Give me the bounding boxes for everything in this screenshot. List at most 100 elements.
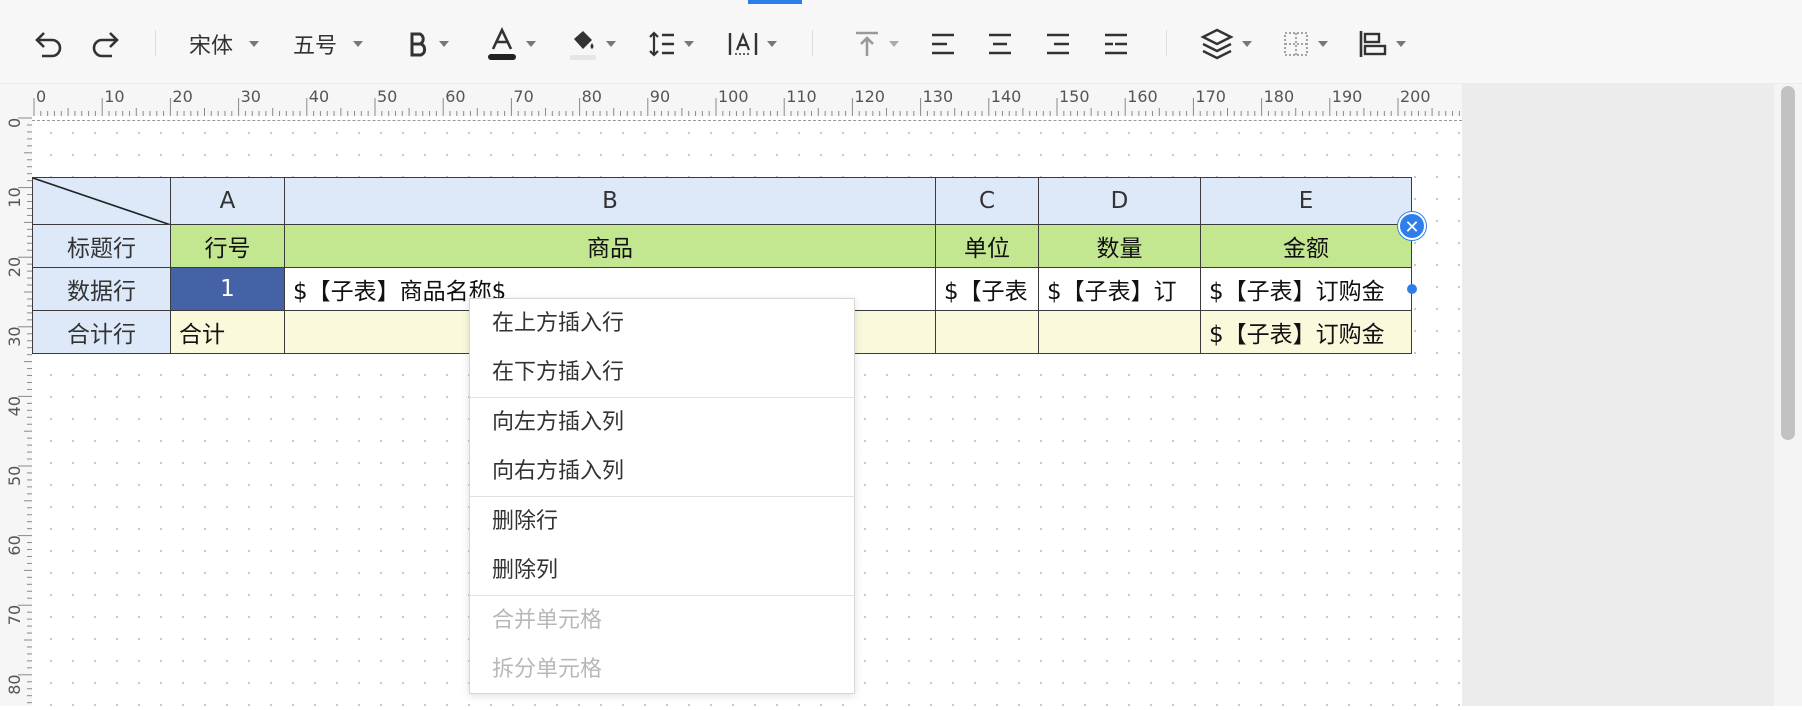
align-right-button[interactable] [1044,26,1072,62]
data-cell-e[interactable]: $【子表】订购金 [1200,267,1412,311]
align-objects-button[interactable] [1358,26,1406,62]
ruler-label: 180 [1264,87,1295,106]
align-left-button[interactable] [929,26,957,62]
align-justify-icon [1105,33,1127,55]
chevron-down-icon [353,41,364,47]
ruler-label: 70 [5,605,24,625]
row-header-data[interactable]: 数据行 [32,267,171,311]
font-color-button[interactable] [486,26,536,62]
align-justify-button[interactable] [1102,26,1130,62]
diagonal-line [33,178,170,224]
title-cell-b[interactable]: 商品 [284,224,936,268]
title-cell-d[interactable]: 数量 [1038,224,1201,268]
toolbar-divider [1166,30,1167,56]
border-button[interactable] [1282,26,1328,62]
table-corner-cell[interactable] [32,177,171,225]
font-size-value: 五号 [293,34,338,59]
ruler-label: 110 [786,87,817,106]
undo-button[interactable] [32,26,66,62]
vertical-ruler: 0 10 20 30 40 50 60 70 80 [0,116,32,706]
ruler-label: 30 [241,87,261,106]
chevron-down-icon [767,41,777,47]
total-cell-a[interactable]: 合计 [170,310,285,354]
chevron-down-icon [1396,41,1406,47]
ruler-label: 10 [104,87,124,106]
ruler-label: 0 [5,118,24,128]
redo-button[interactable] [88,26,122,62]
chevron-down-icon [439,41,449,47]
close-table-button[interactable]: ✕ [1398,212,1426,240]
menu-item-split-cells[interactable]: 拆分单元格 [470,645,854,694]
layers-icon [1200,28,1234,60]
menu-item-insert-column-left[interactable]: 向左方插入列 [470,398,854,447]
ruler-label: 40 [309,87,329,106]
menu-item-insert-column-right[interactable]: 向右方插入列 [470,447,854,496]
align-center-button[interactable] [986,26,1014,62]
total-cell-c[interactable] [935,310,1039,354]
menu-item-insert-row-above[interactable]: 在上方插入行 [470,299,854,348]
ruler-label: 160 [1127,87,1158,106]
menu-item-delete-row[interactable]: 删除行 [470,497,854,546]
line-height-button[interactable] [648,26,694,62]
column-header-e[interactable]: E [1200,177,1412,225]
ruler-label: 90 [650,87,670,106]
scrollbar-thumb[interactable] [1781,86,1795,440]
close-icon: ✕ [1404,217,1420,238]
total-cell-e[interactable]: $【子表】订购金 [1200,310,1412,354]
chevron-down-icon [1242,41,1252,47]
context-menu: 在上方插入行 在下方插入行 向左方插入列 向右方插入列 删除行 删除列 合并单元… [469,298,855,694]
letter-spacing-button[interactable] [727,26,777,62]
vertical-align-top-icon [856,31,878,56]
ruler-label: 140 [991,87,1022,106]
ruler-label: 80 [5,674,24,694]
layers-button[interactable] [1200,26,1252,62]
row-header-title[interactable]: 标题行 [32,224,171,268]
data-cell-a-selected[interactable]: 1 [170,267,285,311]
ruler-label: 0 [36,87,46,106]
column-header-row: A B C D E [32,177,1412,225]
vertical-align-button[interactable] [853,26,899,62]
row-resize-handle[interactable] [1407,284,1417,294]
title-cell-a[interactable]: 行号 [170,224,285,268]
column-header-b[interactable]: B [284,177,936,225]
menu-item-delete-column[interactable]: 删除列 [470,546,854,595]
data-cell-d[interactable]: $【子表】订 [1038,267,1201,311]
total-cell-d[interactable] [1038,310,1201,354]
chevron-down-icon [684,41,694,47]
ruler-label: 60 [445,87,465,106]
ruler-label: 10 [5,187,24,207]
row-header-total[interactable]: 合计行 [32,310,171,354]
column-header-d[interactable]: D [1038,177,1201,225]
menu-item-insert-row-below[interactable]: 在下方插入行 [470,348,854,397]
line-height-icon [649,31,674,57]
font-family-select[interactable]: 宋体 [189,26,260,62]
redo-icon [92,32,119,58]
align-right-icon [1047,33,1069,55]
menu-item-merge-cells[interactable]: 合并单元格 [470,596,854,645]
ruler-label: 40 [5,396,24,416]
ruler-label: 200 [1400,87,1431,106]
ruler-label: 50 [5,466,24,486]
title-cell-e[interactable]: 金额 [1200,224,1412,268]
page-top-edge [32,120,1462,121]
ruler-label: 100 [718,87,749,106]
ruler-label: 120 [854,87,885,106]
bold-button[interactable] [407,26,449,62]
ruler-label: 80 [582,87,602,106]
column-header-c[interactable]: C [935,177,1039,225]
ruler-label: 70 [513,87,533,106]
font-size-select[interactable]: 五号 [293,26,364,62]
fill-color-button[interactable] [568,26,616,62]
ruler-label: 60 [5,535,24,555]
ruler-label: 20 [5,257,24,277]
ruler-label: 190 [1332,87,1363,106]
ruler-label: 50 [377,87,397,106]
title-row: 标题行 行号 商品 单位 数量 金额 [32,224,1412,268]
title-cell-c[interactable]: 单位 [935,224,1039,268]
font-color-icon [488,27,516,60]
align-left-icon [932,33,954,55]
column-header-a[interactable]: A [170,177,285,225]
data-cell-c[interactable]: $【子表 [935,267,1039,311]
horizontal-ruler: 0 10 20 30 40 50 60 70 80 90 100 110 120 130 140 150 160… [0,84,1772,116]
chevron-down-icon [889,41,899,47]
